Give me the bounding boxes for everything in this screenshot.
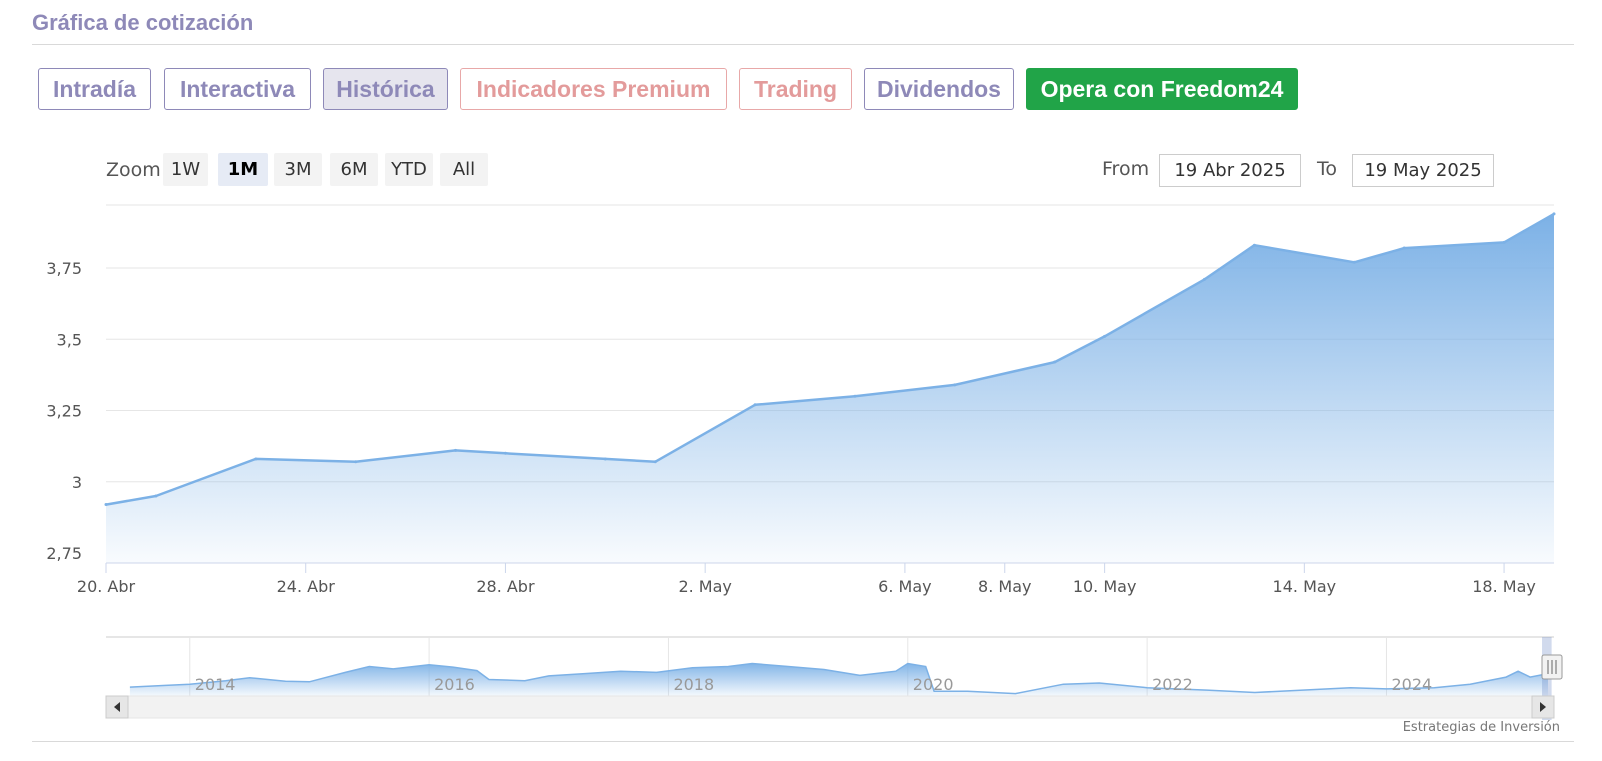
x-tick-label: 6. May <box>878 577 931 596</box>
price-point <box>953 383 957 387</box>
x-tick-label: 8. May <box>978 577 1031 596</box>
price-point <box>603 457 607 461</box>
navigator-year-label: 2020 <box>913 675 954 694</box>
navigator-year-label: 2018 <box>673 675 714 694</box>
y-tick-label: 2,75 <box>46 544 82 563</box>
x-tick-label: 18. May <box>1472 577 1536 596</box>
x-tick-label: 10. May <box>1073 577 1137 596</box>
x-tick-label: 20. Abr <box>77 577 136 596</box>
price-point <box>254 457 258 461</box>
price-point <box>1053 360 1057 364</box>
price-point <box>104 503 108 507</box>
x-tick-label: 24. Abr <box>277 577 336 596</box>
y-tick-label: 3 <box>72 473 82 492</box>
price-point <box>1552 212 1556 216</box>
navigator-year-label: 2016 <box>434 675 475 694</box>
price-area <box>106 213 1554 563</box>
navigator-scrollbar-track[interactable] <box>105 695 1555 719</box>
price-point <box>1402 246 1406 250</box>
price-point <box>753 403 757 407</box>
price-point <box>653 460 657 464</box>
price-chart: 2,75 3 3,25 3,5 3,75 20. Abr 24. Abr 28. Abr 2. … <box>46 204 1563 720</box>
navigator-year-label: 2022 <box>1152 675 1193 694</box>
price-point <box>1502 240 1506 244</box>
price-point <box>1202 277 1206 281</box>
y-tick-label: 3,75 <box>46 259 82 278</box>
price-point <box>853 394 857 398</box>
x-tick-label: 28. Abr <box>476 577 535 596</box>
price-point <box>1352 260 1356 264</box>
navigator-year-label: 2014 <box>195 675 236 694</box>
price-point <box>503 451 507 455</box>
price-point <box>354 460 358 464</box>
x-tick-label: 2. May <box>678 577 731 596</box>
navigator-year-label: 2024 <box>1391 675 1432 694</box>
x-tick-label: 14. May <box>1273 577 1337 596</box>
price-point <box>1103 334 1107 338</box>
price-point <box>1252 243 1256 247</box>
y-tick-label: 3,25 <box>46 402 82 421</box>
price-point <box>454 448 458 452</box>
price-point <box>154 494 158 498</box>
chart-credit[interactable]: Estrategias de Inversión <box>1403 720 1560 735</box>
bottom-divider <box>32 741 1574 742</box>
y-tick-label: 3,5 <box>57 330 82 349</box>
